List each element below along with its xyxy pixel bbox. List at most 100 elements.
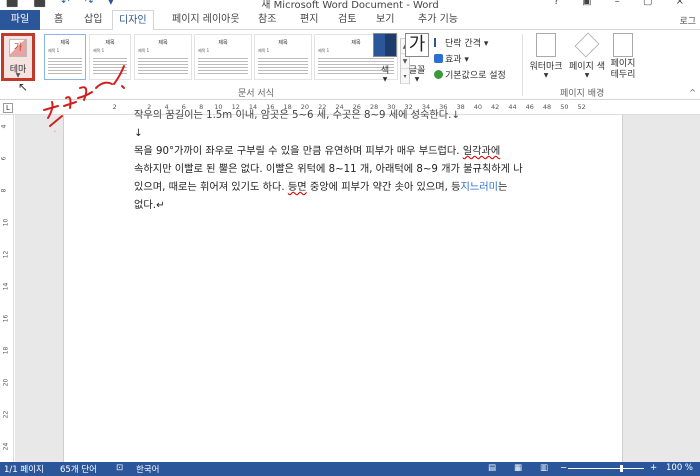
style-set-item[interactable]: 제목 제목 1 [44,34,86,80]
read-mode-icon[interactable]: ▤ [488,463,496,473]
window-controls[interactable]: ? ▣ – ▢ × [554,0,694,7]
word-count[interactable]: 65개 단어 [60,463,97,475]
chevron-down-icon: ▼ [414,76,420,83]
chevron-down-icon: ▼ [15,72,21,79]
page-border-icon [613,33,633,57]
theme-button[interactable]: 가 테마 ▼ [1,33,35,81]
colors-button[interactable]: 색 ▼ [372,33,398,83]
style-sub: 제목 1 [258,48,270,53]
page-color-button[interactable]: 페이지 색 ▼ [566,32,608,79]
ribbon-tabs: 파일 홈 삽입 디자인 페이지 레이아웃 참조 편지 검토 보기 추가 기능 로… [0,10,700,31]
collapse-ribbon-icon[interactable]: ^ [689,88,696,97]
style-set-gallery: 제목 제목 1 제목 제목 1 제목 제목 1 제목 제목 1 제목 제목 1 … [44,34,410,84]
page-count[interactable]: 1/1 페이지 [4,463,44,475]
style-sub: 제목 1 [93,48,105,53]
style-set-item[interactable]: 제목 제목 1 [134,34,192,80]
group-document-format: 문서 서식 [238,89,274,99]
style-heading: 제목 [60,40,70,46]
text-run: 일각과에 [462,146,501,157]
chevron-down-icon: ▼ [584,72,590,79]
tab-insert[interactable]: 삽입 [78,10,108,30]
effects-button[interactable]: 효과 ▾ [434,52,469,65]
zoom-slider-thumb[interactable] [620,465,623,472]
web-layout-icon[interactable]: ▥ [540,463,548,473]
document-page[interactable]: 작우의 꿈길이는 1.5m 이내, 암곳은 5~6 세, 수곳은 8~9 세에 … [63,110,623,462]
paragraph-line: 목을 90°가까이 좌우로 구부릴 수 있을 만큼 유연하며 피부가 매우 부드… [134,143,594,161]
set-default-button[interactable]: 기본값으로 설정 [434,68,506,81]
style-sub: 제목 1 [138,48,150,53]
tab-review[interactable]: 검토 [332,10,362,30]
style-set-item[interactable]: 제목 제목 1 [194,34,252,80]
style-lines [138,56,188,74]
ruler-tick: 12 [2,250,10,259]
effects-label: 효과 ▾ [445,55,469,65]
paragraph-spacing-icon [434,38,443,47]
text-run: 는 [498,182,508,193]
watermark-button[interactable]: 워터마크 ▼ [526,33,566,79]
watermark-icon [536,33,556,57]
zoom-slider[interactable] [568,468,644,469]
style-heading: 제목 [158,40,168,46]
group-separator [522,34,523,96]
style-sub: 제목 1 [198,48,210,53]
tab-references[interactable]: 참조 [252,10,282,30]
language[interactable]: 한국어 [136,463,159,475]
vertical-ruler[interactable]: 4 6 8 10 12 14 16 18 20 22 24 [0,115,14,462]
zoom-out-button[interactable]: − [560,463,567,473]
tab-mailings[interactable]: 편지 [294,10,324,30]
page-border-button[interactable]: 페이지 테두리 [608,33,638,81]
tab-design[interactable]: 디자인 [112,10,154,31]
proofing-icon[interactable]: ⊡ [116,463,123,473]
style-sub: 제목 1 [48,48,60,53]
style-set-item[interactable]: 제목 제목 1 [89,34,131,80]
paragraph-line: ↓ [134,128,143,139]
text-run: 있으며, 때로는 휘어져 있기도 하다. [134,182,288,193]
title-bar: ⬛ ⬛ ↶ ↷ ▾ 새 Microsoft Word Document - Wo… [0,0,700,10]
tab-addins[interactable]: 추가 기능 [412,10,464,30]
document-body[interactable]: 작우의 꿈길이는 1.5m 이내, 암곳은 5~6 세, 수곳은 8~9 세에 … [134,110,594,215]
ruler-tick: 18 [2,346,10,355]
text-run: 지느러미 [460,182,499,193]
tab-selector[interactable]: L [3,103,13,113]
tab-home[interactable]: 홈 [48,10,69,30]
palette-icon [373,33,397,57]
theme-icon: 가 [9,39,27,57]
style-heading: 제목 [105,40,115,46]
check-icon [434,70,443,79]
paragraph-spacing-label: 단락 간격 ▾ [445,39,489,49]
tab-view[interactable]: 보기 [370,10,400,30]
paragraph-line: 속하지만 이빨로 된 뿔은 없다. 이빨은 위턱에 8~11 개, 아래턱에 8… [134,164,523,175]
paragraph-spacing-button[interactable]: 단락 간격 ▾ [434,36,488,49]
fonts-button[interactable]: 가 글꼴 ▼ [404,33,430,83]
page-border-label: 페이지 테두리 [610,59,636,80]
style-heading: 제목 [218,40,228,46]
paragraph-line: 없다.↵ [134,200,165,211]
zoom-in-button[interactable]: + [650,463,657,473]
group-page-background: 페이지 배경 [560,89,605,99]
ruler-tick: 22 [2,410,10,419]
text-run: 등면 [287,182,307,193]
style-heading: 제목 [278,40,288,46]
set-default-label: 기본값으로 설정 [445,71,506,81]
text-run: 목을 90°가까이 좌우로 구부릴 수 있을 만큼 유연하며 피부가 매우 부드… [134,146,463,157]
ribbon-design: 가 테마 ▼ 제목 제목 1 제목 제목 1 제목 제목 1 제목 제목 1 제… [0,30,700,100]
style-lines [258,56,308,74]
tab-file[interactable]: 파일 [0,10,40,30]
print-layout-icon[interactable]: ▦ [514,463,522,473]
ruler-tick: 20 [2,378,10,387]
colors-label: 색 [380,66,390,76]
ruler-tick: 2 [112,103,117,111]
user-account[interactable]: 로그 [679,14,696,27]
font-icon: 가 [405,33,429,57]
chevron-down-icon: ▼ [543,72,549,79]
ruler-tick: 4 [0,124,8,129]
style-set-item[interactable]: 제목 제목 1 [254,34,312,80]
paragraph-line: 있으며, 때로는 휘어져 있기도 하다. 등면 중앙에 피부가 약간 솟아 있으… [134,179,594,197]
zoom-level[interactable]: 100 % [666,463,693,473]
mouse-pointer-icon: ↖ [18,80,29,94]
tab-page-layout[interactable]: 페이지 레이아웃 [166,10,246,30]
document-canvas: 작우의 꿈길이는 1.5m 이내, 암곳은 5~6 세, 수곳은 8~9 세에 … [15,110,700,462]
chevron-down-icon: ▼ [382,76,388,83]
ruler-tick: 16 [2,314,10,323]
fonts-label: 글꼴 [408,66,426,76]
